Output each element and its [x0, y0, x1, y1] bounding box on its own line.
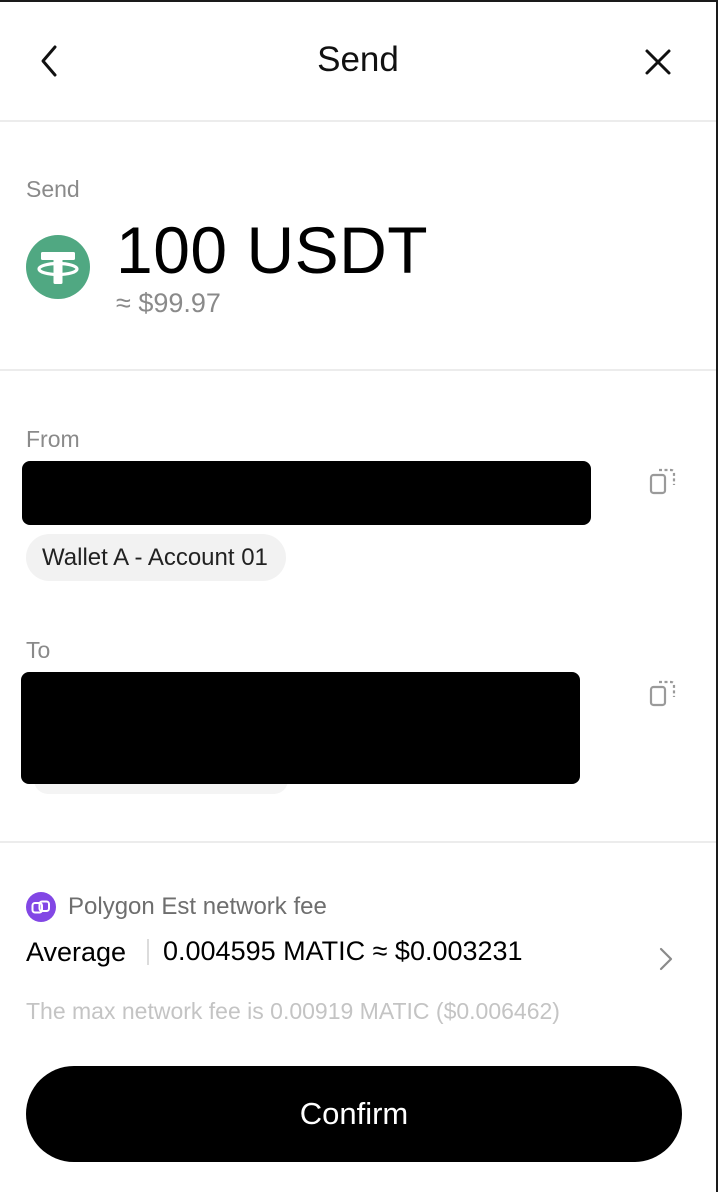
- send-amount: 100 USDT: [116, 213, 429, 287]
- polygon-icon: [26, 892, 56, 922]
- chevron-right-icon: [659, 947, 673, 971]
- from-label: From: [26, 426, 80, 452]
- max-fee-note: The max network fee is 0.00919 MATIC ($0…: [26, 998, 560, 1024]
- copy-icon[interactable]: [648, 678, 678, 708]
- to-address-redacted: [21, 672, 580, 784]
- network-fee-label: Polygon Est network fee: [68, 893, 327, 920]
- fee-value: 0.004595 MATIC ≈ $0.003231: [163, 936, 523, 966]
- close-button[interactable]: [634, 38, 682, 86]
- fee-speed: Average: [26, 937, 127, 967]
- send-label: Send: [26, 176, 80, 202]
- fee-separator: [147, 939, 149, 965]
- header: Send: [0, 0, 716, 121]
- network-fee-selector[interactable]: Average 0.004595 MATIC ≈ $0.003231: [0, 930, 716, 974]
- page-title: Send: [317, 40, 399, 79]
- close-icon: [645, 49, 671, 75]
- amount-divider: [0, 369, 716, 371]
- send-fiat-estimate: ≈ $99.97: [116, 288, 221, 318]
- to-label: To: [26, 637, 51, 663]
- address-divider: [0, 841, 716, 843]
- from-wallet-chip: Wallet A - Account 01: [26, 534, 286, 581]
- header-divider: [0, 120, 716, 122]
- copy-icon[interactable]: [648, 466, 678, 496]
- tether-usdt-icon: [26, 235, 90, 299]
- from-address-redacted: [22, 461, 591, 525]
- confirm-button[interactable]: Confirm: [26, 1066, 682, 1162]
